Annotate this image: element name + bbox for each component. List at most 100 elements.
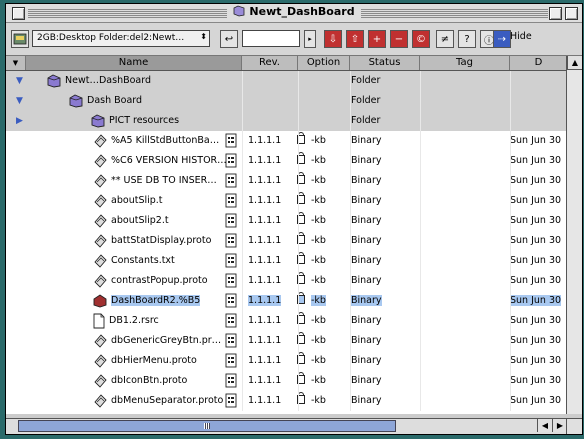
update-button[interactable]: ⇩ (324, 30, 342, 48)
row-option: -kb (311, 375, 326, 386)
file-row[interactable]: contrastPopup.proto 1.1.1.1 -kb Binary Sun J… (6, 271, 582, 291)
finder-window: Newt_DashBoard 2GB:Desktop Folder:del2:N… (5, 3, 583, 435)
file-row[interactable]: %A5 KillStdButtonBa… 1.1.1.1 -kb Binary Sun … (6, 131, 582, 151)
horizontal-scroll-thumb[interactable] (18, 420, 396, 432)
row-option: -kb (311, 175, 326, 186)
file-row[interactable]: aboutSlip2.t 1.1.1.1 -kb Binary Sun Jun 30 (6, 211, 582, 231)
document-icon (225, 273, 239, 293)
title-wrap: Newt_DashBoard (6, 5, 582, 18)
header-date[interactable]: D (510, 56, 568, 70)
disclosure-triangle-icon[interactable]: ▼ (16, 71, 23, 91)
row-option: -kb (311, 355, 326, 366)
row-name: %C6 VERSION HISTOR… (111, 155, 226, 166)
row-date: Sun Jun 30 (510, 275, 562, 286)
log-icon: ? (464, 33, 470, 45)
module-icon-button[interactable] (11, 30, 29, 48)
row-status: Folder (351, 95, 381, 106)
file-row[interactable]: dbMenuSeparator.proto 1.1.1.1 -kb Binary Sun… (6, 391, 582, 411)
header-option[interactable]: Option (298, 56, 350, 70)
document-icon (225, 153, 239, 173)
filter-arrow-button[interactable]: ▸ (304, 30, 316, 48)
folder-row[interactable]: ▼ Dash Board Folder (6, 91, 582, 111)
header-status[interactable]: Status (350, 56, 420, 70)
file-row[interactable]: ** USE DB TO INSER… 1.1.1.1 -kb Binary Sun J… (6, 171, 582, 191)
row-status: Binary (351, 275, 382, 286)
row-name: aboutSlip2.t (111, 215, 169, 226)
checkout-button[interactable]: ⇢ (493, 30, 511, 48)
row-option: -kb (311, 275, 326, 286)
folder-icon (90, 113, 106, 127)
diff-icon: ≠ (440, 33, 450, 45)
row-date: Sun Jun 30 (510, 215, 562, 226)
document-icon (225, 193, 239, 213)
hide-label[interactable]: Hide (510, 31, 532, 42)
path-popup[interactable]: 2GB:Desktop Folder:del2:Newt… ⬍ (32, 30, 210, 47)
row-date: Sun Jun 30 (510, 235, 562, 246)
add-button[interactable]: + (368, 30, 386, 48)
commit-button[interactable]: ⇧ (346, 30, 364, 48)
header-name[interactable]: Name (26, 56, 242, 70)
tag-button[interactable]: © (412, 30, 430, 48)
disclosure-triangle-icon[interactable]: ▶ (16, 111, 23, 131)
file-row[interactable]: dbIconBtn.proto 1.1.1.1 -kb Binary Sun Jun 3… (6, 371, 582, 391)
file-row[interactable]: battStatDisplay.proto 1.1.1.1 -kb Binary Sun… (6, 231, 582, 251)
row-name: contrastPopup.proto (111, 275, 208, 286)
folder-icon (234, 5, 245, 17)
row-date: Sun Jun 30 (510, 175, 562, 186)
folder-row[interactable]: ▼ Newt…DashBoard Folder (6, 71, 582, 91)
header-tag[interactable]: Tag (420, 56, 510, 70)
vertical-scrollbar[interactable]: ▲ (566, 56, 582, 414)
scroll-left-icon[interactable]: ◀ (537, 419, 552, 432)
row-status: Binary (351, 215, 382, 226)
sort-icon[interactable]: ▼ (6, 56, 26, 70)
row-option: -kb (311, 155, 326, 166)
row-status: Binary (351, 135, 382, 146)
module-icon (13, 33, 27, 45)
file-row[interactable]: dbGenericGreyBtn.pr… 1.1.1.1 -kb Binary Sun … (6, 331, 582, 351)
remove-icon: − (394, 33, 404, 45)
update-icon: ⇩ (328, 33, 338, 45)
scroll-right-icon[interactable]: ▶ (552, 419, 567, 432)
row-date: Sun Jun 30 (510, 355, 562, 366)
tag-icon: © (416, 33, 426, 45)
file-row[interactable]: Constants.txt 1.1.1.1 -kb Binary Sun Jun 30 (6, 251, 582, 271)
folder-row[interactable]: ▶ PICT resources Folder (6, 111, 582, 131)
filter-field[interactable] (242, 30, 300, 47)
title-bar[interactable]: Newt_DashBoard (6, 4, 582, 23)
row-date: Sun Jun 30 (510, 335, 562, 346)
row-date: Sun Jun 30 (510, 135, 562, 146)
row-date: Sun Jun 30 (510, 195, 562, 206)
file-icon (92, 213, 108, 228)
horizontal-scrollbar[interactable]: ◀ ▶ (6, 418, 567, 434)
row-revision: 1.1.1.1 (248, 355, 282, 366)
scroll-up-icon[interactable]: ▲ (567, 56, 582, 70)
file-icon (92, 353, 108, 368)
row-name: dbGenericGreyBtn.pr… (111, 335, 222, 346)
file-row[interactable]: DB1.2.rsrc 1.1.1.1 -kb Binary Sun Jun 30 (6, 311, 582, 331)
row-name: Newt…DashBoard (65, 75, 152, 86)
row-revision: 1.1.1.1 (248, 175, 282, 186)
row-revision: 1.1.1.1 (248, 375, 282, 386)
file-row[interactable]: dbHierMenu.proto 1.1.1.1 -kb Binary Sun Jun … (6, 351, 582, 371)
log-button[interactable]: ? (458, 30, 476, 48)
remove-button[interactable]: − (390, 30, 408, 48)
row-status: Binary (351, 175, 382, 186)
row-revision: 1.1.1.1 (248, 275, 282, 286)
file-row[interactable]: %C6 VERSION HISTOR… 1.1.1.1 -kb Binary Sun J… (6, 151, 582, 171)
path-popup-label: 2GB:Desktop Folder:del2:Newt… (37, 33, 185, 43)
diff-button[interactable]: ≠ (436, 30, 454, 48)
row-status: Binary (351, 395, 382, 406)
disclosure-triangle-icon[interactable]: ▼ (16, 91, 23, 111)
row-date: Sun Jun 30 (510, 295, 562, 306)
file-row[interactable]: aboutSlip.t 1.1.1.1 -kb Binary Sun Jun 30 (6, 191, 582, 211)
grow-box[interactable] (566, 418, 582, 434)
row-option: -kb (311, 255, 326, 266)
enter-folder-button[interactable]: ↩ (220, 30, 238, 48)
row-revision: 1.1.1.1 (248, 155, 282, 166)
row-revision: 1.1.1.1 (248, 335, 282, 346)
document-icon (225, 233, 239, 253)
file-row[interactable]: DashBoardR2.%B5 1.1.1.1 -kb Binary Sun Jun 3… (6, 291, 582, 311)
document-icon (225, 313, 239, 333)
header-rev[interactable]: Rev. (242, 56, 298, 70)
toolbar: 2GB:Desktop Folder:del2:Newt… ⬍ ↩ ▸ ⇩ ⇧ … (6, 23, 582, 56)
